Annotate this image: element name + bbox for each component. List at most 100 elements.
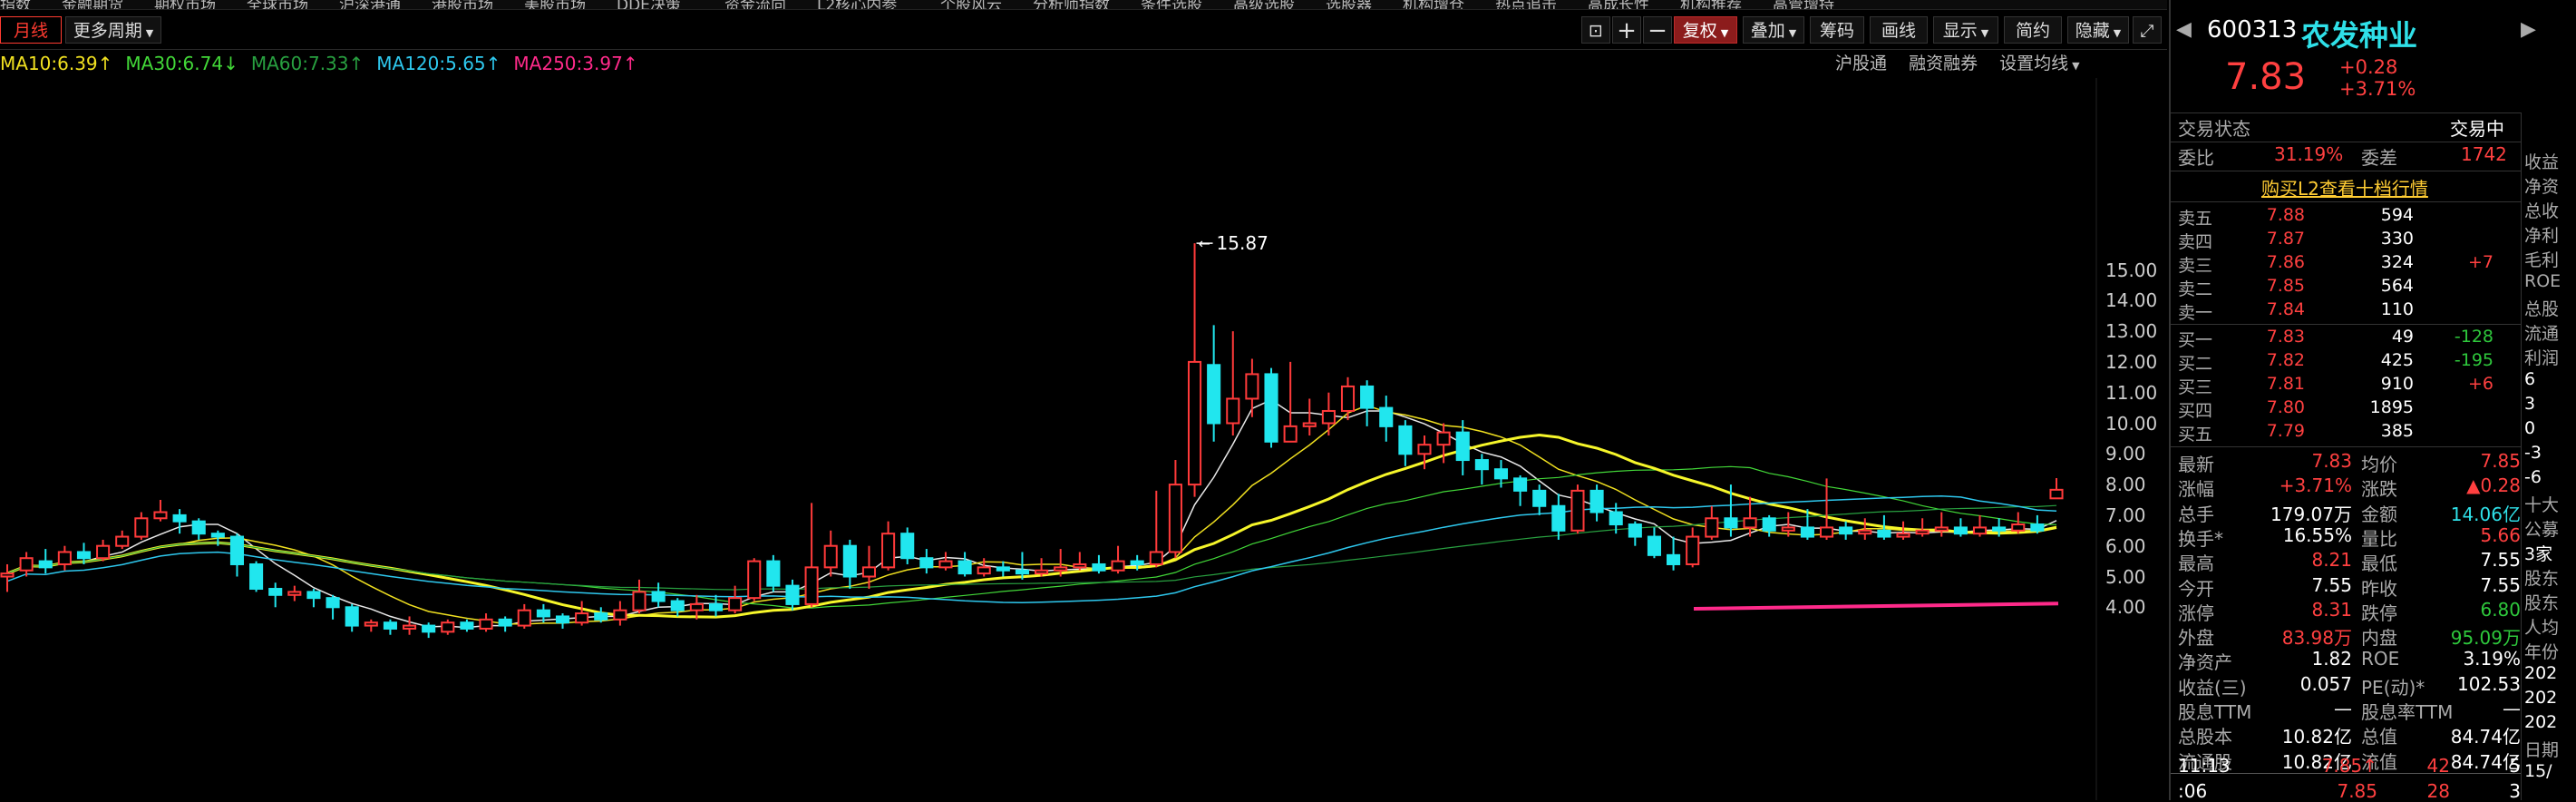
- side-label: 收益: [2524, 152, 2560, 172]
- prev-stock-icon[interactable]: ◀: [2176, 18, 2192, 41]
- ma-trend-icon: ↑: [97, 53, 113, 74]
- lock-icon[interactable]: ⊡: [1581, 16, 1610, 44]
- candle-body: [210, 533, 225, 538]
- price-change-pct: +3.71%: [2339, 78, 2416, 100]
- simple-button[interactable]: 简约: [2004, 16, 2062, 44]
- stat-label: 均价: [2361, 454, 2397, 475]
- candle-body: [479, 618, 493, 630]
- y-tick-label: 9.00: [2105, 443, 2146, 465]
- chevron-down-icon: ▼: [1980, 27, 1989, 39]
- stat-label: 内盘: [2361, 627, 2397, 650]
- top-nav-item[interactable]: 指数: [0, 0, 31, 9]
- stat-value: 7.85: [2480, 450, 2521, 472]
- margin-trading-link[interactable]: 融资融券: [1909, 54, 1978, 73]
- candle-body: [403, 624, 417, 630]
- more-period-dropdown[interactable]: 更多周期 ▼: [65, 16, 161, 44]
- top-nav-item[interactable]: 高管增持: [1773, 0, 1834, 9]
- top-nav-item[interactable]: 条件选股: [1141, 0, 1202, 9]
- candle-body: [1073, 562, 1087, 569]
- candle-body: [306, 591, 321, 600]
- top-nav-item[interactable]: 个股风云: [940, 0, 1002, 9]
- stat-label: 总值: [2361, 726, 2397, 748]
- shanghai-connect-link[interactable]: 沪股通: [1835, 54, 1887, 73]
- candle-body: [881, 533, 896, 569]
- top-nav-item[interactable]: 高成长性: [1588, 0, 1649, 9]
- side-label: 总股: [2524, 299, 2560, 319]
- zoom-in-icon[interactable]: +: [1612, 16, 1641, 44]
- stat-label: 最低: [2361, 553, 2397, 575]
- y-tick-label: 11.00: [2105, 381, 2158, 404]
- stat-value: +3.71%: [2279, 474, 2352, 497]
- side-label: 3家: [2524, 544, 2553, 564]
- orderbook-label: 买三: [2178, 377, 2213, 397]
- top-nav-item[interactable]: 热点追击: [1495, 0, 1557, 9]
- top-nav-item[interactable]: 金融期货: [62, 0, 123, 9]
- top-nav-item[interactable]: 期权市场: [154, 0, 216, 9]
- top-nav-item[interactable]: 分析师指数: [1033, 0, 1110, 9]
- display-dropdown[interactable]: 显示 ▼: [1933, 16, 1998, 44]
- chips-button[interactable]: 筹码: [1810, 16, 1864, 44]
- ma-legend-item: MA60:7.33↑: [251, 53, 364, 74]
- top-nav-item[interactable]: 资金流向: [724, 0, 786, 9]
- tick-time: 11:13: [2178, 755, 2231, 777]
- candle-body: [498, 618, 512, 627]
- stat-label: 跌停: [2361, 602, 2397, 624]
- top-nav-item[interactable]: 机构增仓: [1403, 0, 1464, 9]
- stat-label: 最高: [2178, 553, 2214, 575]
- candle-body: [2049, 488, 2064, 500]
- candle-body: [1551, 504, 1566, 532]
- stat-label: 金额: [2361, 503, 2397, 525]
- rights-dropdown[interactable]: 复权 ▼: [1674, 16, 1737, 44]
- candlestick-chart[interactable]: 15.87 ←: [0, 78, 2167, 800]
- zoom-out-icon[interactable]: −: [1643, 16, 1672, 44]
- candle-body: [268, 588, 283, 596]
- y-tick-label: 5.00: [2105, 565, 2146, 588]
- candle-body: [383, 621, 397, 630]
- stat-label: 涨停: [2178, 602, 2214, 624]
- candle-body: [1226, 397, 1240, 425]
- chart-toolbar: 月线 更多周期 ▼ ⊡ + − 复权 ▼ 叠加 ▼ 筹码 画线 显示 ▼ 简约 隐藏 ▼ …: [0, 13, 2167, 50]
- orderbook-volume: 330: [2380, 229, 2414, 249]
- overlay-dropdown[interactable]: 叠加 ▼: [1743, 16, 1804, 44]
- candle-body: [1340, 385, 1356, 412]
- ma-settings-link[interactable]: 设置均线 ▼: [1999, 54, 2079, 73]
- stat-value: 7.55: [2480, 549, 2521, 572]
- tick-price: 7.85: [2337, 780, 2377, 802]
- stat-value: —: [2334, 698, 2352, 719]
- top-nav-item[interactable]: 沪深港通: [339, 0, 401, 9]
- side-label: 公募: [2524, 520, 2560, 540]
- l2-upgrade-link[interactable]: 购买L2查看十档行情: [2261, 174, 2428, 200]
- orderbook-price: 7.85: [2266, 276, 2305, 296]
- wc-value: 1742: [2461, 143, 2507, 165]
- divider: [2521, 112, 2522, 800]
- top-nav-item[interactable]: 美股市场: [524, 0, 586, 9]
- top-nav-item[interactable]: DDE决策: [617, 0, 681, 9]
- side-label: 日期: [2524, 740, 2560, 760]
- orderbook-price: 7.88: [2266, 205, 2305, 225]
- top-nav-item[interactable]: 港股市场: [432, 0, 493, 9]
- rights-label: 复权: [1682, 21, 1717, 41]
- top-nav-item[interactable]: 全球市场: [247, 0, 308, 9]
- candle-body: [191, 520, 206, 535]
- candle-body: [1207, 364, 1221, 425]
- candle-body: [115, 535, 130, 547]
- top-nav-item[interactable]: 机构推荐: [1680, 0, 1742, 9]
- ma-value: MA120:5.65: [376, 53, 486, 74]
- top-nav-item[interactable]: 选股器: [1326, 0, 1372, 9]
- fullscreen-icon[interactable]: ⤢: [2133, 16, 2162, 44]
- side-label: 202: [2524, 712, 2558, 732]
- side-label: 202: [2524, 663, 2558, 683]
- candle-body: [555, 615, 570, 624]
- candle-body: [153, 511, 168, 520]
- top-nav-item[interactable]: L2核心内参: [817, 0, 897, 9]
- top-nav-item[interactable]: 高级选股: [1233, 0, 1295, 9]
- candle-body: [1781, 526, 1795, 532]
- hide-dropdown[interactable]: 隐藏 ▼: [2067, 16, 2129, 44]
- orderbook-label: 卖四: [2178, 232, 2213, 252]
- candle-body: [1168, 484, 1182, 553]
- period-month-button[interactable]: 月线: [0, 16, 62, 44]
- next-stock-icon[interactable]: ▶: [2521, 18, 2536, 41]
- ma-trend-icon: ↑: [622, 53, 638, 74]
- tick-count: 5: [2509, 755, 2521, 777]
- draw-button[interactable]: 画线: [1870, 16, 1928, 44]
